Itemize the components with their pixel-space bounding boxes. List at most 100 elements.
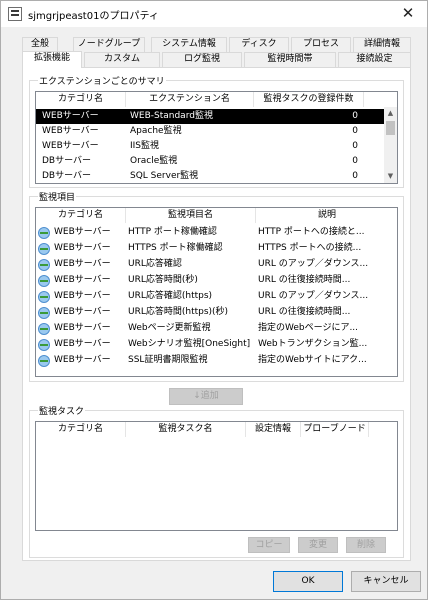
web-server-icon xyxy=(38,323,50,335)
summary-cell-count: 0 xyxy=(352,141,358,151)
summary-cell-extension: IIS監視 xyxy=(130,141,160,151)
summary-cell-extension: SQL Server監視 xyxy=(130,171,199,181)
summary-col-category[interactable]: カテゴリ名 xyxy=(36,92,126,107)
tab-extensions[interactable]: 拡張機能 xyxy=(22,51,82,68)
items-cell-name: HTTPS ポート稼働確認 xyxy=(128,243,223,253)
ok-button[interactable]: OK xyxy=(273,571,343,592)
items-cell-name: URL応答確認(https) xyxy=(128,291,213,301)
items-cell-description: URL のアップ／ダウンス... xyxy=(258,259,369,269)
add-button[interactable]: ↓追加 xyxy=(169,388,243,405)
summary-row[interactable]: DBサーバー Oracle監視 0 xyxy=(36,154,385,169)
summary-list[interactable]: カテゴリ名 エクステンション名 監視タスクの登録件数 WEBサーバー WEB-S… xyxy=(35,91,398,184)
summary-group-title: エクステンションごとのサマリ xyxy=(38,74,166,87)
tasks-col-task-name[interactable]: 監視タスク名 xyxy=(126,422,246,437)
tasks-col-settings[interactable]: 設定情報 xyxy=(246,422,301,437)
cancel-button[interactable]: キャンセル xyxy=(351,571,421,592)
items-cell-category: WEBサーバー xyxy=(54,243,111,253)
web-server-icon xyxy=(38,227,50,239)
tab-disk[interactable]: ディスク xyxy=(229,37,289,52)
summary-cell-category: DBサーバー xyxy=(42,171,92,181)
summary-cell-category: WEBサーバー xyxy=(42,126,99,136)
items-row[interactable]: WEBサーバー Webページ更新監視 指定のWebページにア... xyxy=(36,321,397,336)
summary-scrollbar[interactable]: ▲ ▼ xyxy=(384,107,397,183)
tasks-list[interactable]: カテゴリ名 監視タスク名 設定情報 プローブノード xyxy=(35,421,398,531)
summary-header: カテゴリ名 エクステンション名 監視タスクの登録件数 xyxy=(36,92,385,107)
items-group: 監視項目 カテゴリ名 監視項目名 説明 WEBサーバー HTTP ポート稼働確認… xyxy=(29,190,404,382)
tab-node-group[interactable]: ノードグループ xyxy=(73,37,145,52)
delete-button[interactable]: 削除 xyxy=(346,537,386,553)
summary-row[interactable]: WEBサーバー IIS監視 0 xyxy=(36,139,385,154)
web-server-icon xyxy=(38,339,50,351)
items-row[interactable]: WEBサーバー URL応答時間(秒) URL の往復接続時間... xyxy=(36,273,397,288)
items-row[interactable]: WEBサーバー SSL証明書期限監視 指定のWebサイトにアク... xyxy=(36,353,397,368)
summary-cell-count: 0 xyxy=(352,156,358,166)
summary-cell-count: 0 xyxy=(352,171,358,181)
items-cell-category: WEBサーバー xyxy=(54,227,111,237)
items-row[interactable]: WEBサーバー Webシナリオ監視[OneSight] Webトランザクション監… xyxy=(36,337,397,352)
items-cell-category: WEBサーバー xyxy=(54,291,111,301)
summary-cell-category: WEBサーバー xyxy=(42,141,99,151)
scroll-up-icon[interactable]: ▲ xyxy=(384,107,397,120)
tab-process[interactable]: プロセス xyxy=(291,37,351,52)
tasks-col-probe-node[interactable]: プローブノード xyxy=(301,422,369,437)
items-col-name[interactable]: 監視項目名 xyxy=(126,208,256,223)
items-cell-name: URL応答時間(秒) xyxy=(128,275,198,285)
web-server-icon xyxy=(38,243,50,255)
summary-col-extension[interactable]: エクステンション名 xyxy=(126,92,254,107)
tab-connection-settings[interactable]: 接続設定 xyxy=(338,52,411,67)
summary-cell-extension: Apache監視 xyxy=(130,126,182,136)
summary-row[interactable]: WEBサーバー Apache監視 0 xyxy=(36,124,385,139)
tab-general[interactable]: 全般 xyxy=(22,37,58,52)
properties-dialog: sjmgrjpeast01のプロパティ ✕ 全般 ノードグループ システム情報 … xyxy=(0,0,428,600)
window-icon xyxy=(8,7,22,21)
tasks-header: カテゴリ名 監視タスク名 設定情報 プローブノード xyxy=(36,422,397,437)
items-cell-description: URL のアップ／ダウンス... xyxy=(258,291,369,301)
items-cell-name: Webシナリオ監視[OneSight] xyxy=(128,339,251,349)
close-button[interactable]: ✕ xyxy=(397,3,419,23)
items-col-description[interactable]: 説明 xyxy=(256,208,397,223)
items-cell-name: SSL証明書期限監視 xyxy=(128,355,208,365)
web-server-icon xyxy=(38,275,50,287)
items-cell-category: WEBサーバー xyxy=(54,275,111,285)
items-cell-description: URL の往復接続時間... xyxy=(258,307,351,317)
items-col-category[interactable]: カテゴリ名 xyxy=(36,208,126,223)
items-cell-description: URL の往復接続時間... xyxy=(258,275,351,285)
summary-cell-count: 0 xyxy=(352,111,358,121)
items-row[interactable]: WEBサーバー URL応答確認 URL のアップ／ダウンス... xyxy=(36,257,397,272)
summary-row[interactable]: WEBサーバー WEB-Standard監視 0 xyxy=(36,109,385,124)
items-cell-description: HTTPS ポートへの接続... xyxy=(258,243,362,253)
tab-details[interactable]: 詳細情報 xyxy=(353,37,411,52)
items-cell-category: WEBサーバー xyxy=(54,307,111,317)
items-row[interactable]: WEBサーバー URL応答時間(https)(秒) URL の往復接続時間... xyxy=(36,305,397,320)
web-server-icon xyxy=(38,291,50,303)
items-cell-description: 指定のWebページにア... xyxy=(258,323,359,333)
tasks-group: 監視タスク カテゴリ名 監視タスク名 設定情報 プローブノード コピー 変更 削… xyxy=(29,404,404,558)
summary-cell-count: 0 xyxy=(352,126,358,136)
tasks-col-category[interactable]: カテゴリ名 xyxy=(36,422,126,437)
copy-button[interactable]: コピー xyxy=(248,537,290,553)
title-bar: sjmgrjpeast01のプロパティ ✕ xyxy=(1,1,427,27)
items-cell-description: HTTP ポートへの接続と... xyxy=(258,227,365,237)
items-cell-category: WEBサーバー xyxy=(54,259,111,269)
edit-button[interactable]: 変更 xyxy=(298,537,338,553)
web-server-icon xyxy=(38,259,50,271)
scroll-thumb[interactable] xyxy=(386,121,395,135)
tab-custom[interactable]: カスタム xyxy=(84,52,160,67)
items-list[interactable]: カテゴリ名 監視項目名 説明 WEBサーバー HTTP ポート稼働確認 HTTP… xyxy=(35,207,398,377)
summary-row[interactable]: DBサーバー SQL Server監視 0 xyxy=(36,169,385,183)
items-cell-category: WEBサーバー xyxy=(54,323,111,333)
tab-monitoring-hours[interactable]: 監視時間帯 xyxy=(244,52,336,67)
summary-cell-category: WEBサーバー xyxy=(42,111,99,121)
items-row[interactable]: WEBサーバー HTTP ポート稼働確認 HTTP ポートへの接続と... xyxy=(36,225,397,240)
items-cell-description: Webトランザクション監... xyxy=(258,339,368,349)
tab-system-info[interactable]: システム情報 xyxy=(151,37,227,52)
scroll-down-icon[interactable]: ▼ xyxy=(384,170,397,183)
items-row[interactable]: WEBサーバー HTTPS ポート稼働確認 HTTPS ポートへの接続... xyxy=(36,241,397,256)
summary-col-count[interactable]: 監視タスクの登録件数 xyxy=(254,92,364,107)
items-cell-name: URL応答時間(https)(秒) xyxy=(128,307,229,317)
items-header: カテゴリ名 監視項目名 説明 xyxy=(36,208,397,223)
tab-log-monitoring[interactable]: ログ監視 xyxy=(162,52,242,67)
items-row[interactable]: WEBサーバー URL応答確認(https) URL のアップ／ダウンス... xyxy=(36,289,397,304)
items-cell-name: URL応答確認 xyxy=(128,259,182,269)
summary-cell-extension: Oracle監視 xyxy=(130,156,178,166)
